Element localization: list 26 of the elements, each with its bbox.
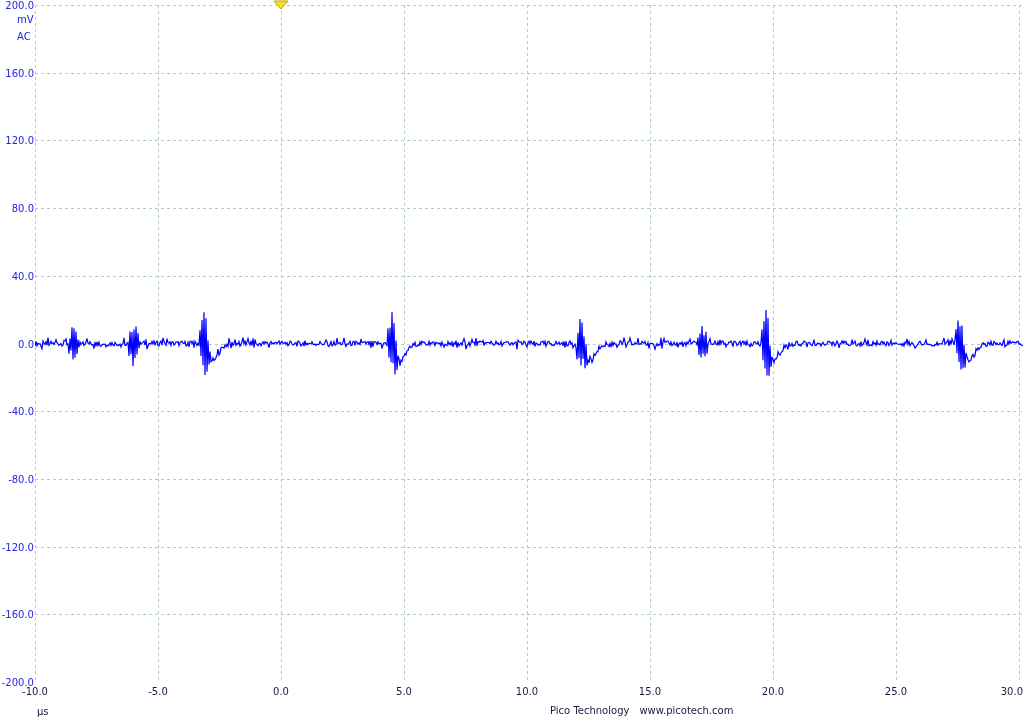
y-axis-label: 40.0	[11, 270, 34, 282]
x-axis-unit: µs	[37, 706, 49, 717]
y-axis-label: 120.0	[5, 134, 34, 146]
y-axis-label: 160.0	[5, 67, 34, 79]
x-axis-label: -10.0	[22, 686, 48, 697]
y-axis-label: -160.0	[1, 608, 34, 620]
y-axis-unit: mV	[17, 14, 34, 25]
website-label: www.picotech.com	[639, 705, 734, 716]
y-axis-label: 80.0	[11, 202, 34, 214]
x-axis-label: 15.0	[638, 686, 662, 697]
x-axis-label: 25.0	[884, 686, 908, 697]
x-axis-label: 30.0	[1000, 686, 1023, 697]
trigger-marker-icon[interactable]	[273, 0, 289, 10]
x-axis-label: -5.0	[148, 686, 168, 697]
y-axis-label: -200.0	[1, 676, 34, 688]
coupling-label: AC	[17, 31, 31, 42]
x-axis-label: 0.0	[273, 686, 289, 697]
y-axis-label: 0.0	[18, 338, 34, 349]
y-axis-label: -40.0	[8, 405, 34, 417]
brand-label: Pico Technology	[550, 705, 630, 716]
y-axis-label: -120.0	[1, 541, 34, 553]
x-axis-label: 5.0	[396, 686, 412, 697]
x-axis-label: 10.0	[515, 686, 539, 697]
x-axis-label: 20.0	[761, 686, 785, 697]
y-axis-label: -80.0	[8, 473, 34, 485]
y-axis-label: 200.0	[5, 0, 34, 11]
